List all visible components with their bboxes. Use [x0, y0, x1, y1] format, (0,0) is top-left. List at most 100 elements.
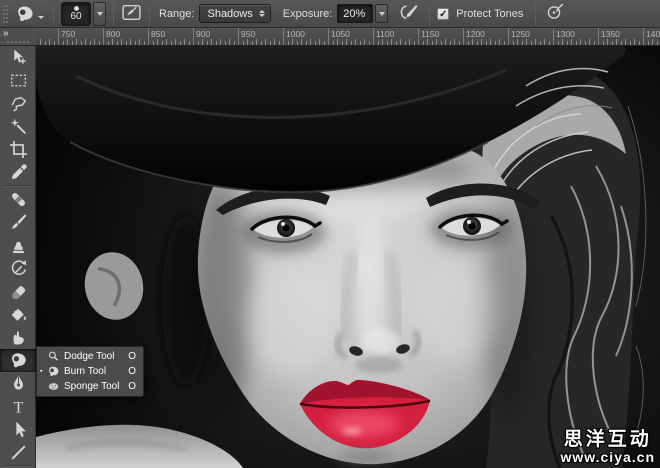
ruler-label: 1150 — [421, 29, 439, 39]
ruler-label: 1050 — [331, 29, 350, 39]
path-select-tool-icon — [9, 420, 28, 439]
document-canvas[interactable] — [36, 46, 660, 468]
marquee-tool-icon — [9, 71, 28, 90]
brush-size-value: 60 — [70, 12, 81, 22]
tool-marquee[interactable] — [0, 69, 36, 92]
range-select[interactable]: Shadows — [199, 4, 270, 23]
pen-tool-icon — [9, 374, 28, 393]
ruler-label: 850 — [151, 29, 165, 39]
ruler-label: 1100 — [376, 29, 394, 39]
toggle-brush-panel-button[interactable] — [121, 3, 142, 25]
airbrush-button[interactable] — [398, 3, 420, 24]
separator — [113, 3, 114, 25]
tablet-pressure-icon — [545, 3, 565, 21]
brush-tool-icon — [9, 213, 28, 232]
separator — [149, 3, 150, 25]
tool-paint-bucket[interactable] — [0, 303, 36, 326]
chevron-down-icon — [379, 12, 385, 16]
burn-tool-icon — [9, 351, 28, 370]
brush-size-picker[interactable]: 60 — [61, 2, 91, 26]
separator — [53, 3, 54, 25]
checkbox-icon: ✓ — [437, 8, 449, 20]
tool-flyout-list: Dodge ToolO▪Burn ToolOSponge ToolO — [37, 349, 143, 394]
exposure-dropdown-button[interactable] — [375, 4, 388, 23]
tool-flyout-menu: Dodge ToolO▪Burn ToolOSponge ToolO — [36, 346, 144, 397]
tool-smudge[interactable] — [0, 326, 36, 349]
exposure-value: 20% — [343, 8, 365, 20]
smudge-tool-icon — [9, 328, 28, 347]
watermark: 思洋互动 www.ciya.cn — [560, 429, 655, 465]
protect-tones-label: Protect Tones — [456, 8, 523, 20]
tool-crop[interactable] — [0, 138, 36, 161]
separator — [535, 3, 536, 25]
toolbar-grip — [7, 41, 29, 43]
tool-magic-wand[interactable] — [0, 115, 36, 138]
exposure-field[interactable]: 20% — [337, 4, 373, 23]
paint-bucket-tool-icon — [9, 305, 28, 324]
crop-tool-icon — [9, 140, 28, 159]
lasso-tool-icon — [9, 94, 28, 113]
tool-line[interactable] — [0, 441, 36, 464]
tool-pen[interactable] — [0, 372, 36, 395]
protect-tones-checkbox[interactable]: ✓ Protect Tones — [437, 8, 528, 20]
flyout-item-label: Dodge Tool — [64, 351, 128, 362]
ruler-label: 1400 — [646, 29, 660, 39]
dodge-tool-icon — [47, 350, 60, 363]
tool-burn[interactable] — [0, 349, 36, 372]
options-bar: 60 Range: Shadows Exposure: 20% ✓ Protec… — [0, 0, 660, 28]
updown-arrows-icon — [259, 10, 265, 17]
flyout-item-dodge-tool[interactable]: Dodge ToolO — [37, 349, 143, 364]
type-tool-icon: T — [9, 397, 28, 416]
burn-tool-icon — [47, 365, 60, 378]
chevron-down-icon — [38, 16, 44, 19]
line-tool-icon — [9, 443, 28, 462]
toolbar-separator — [0, 184, 35, 188]
clone-stamp-tool-icon — [9, 236, 28, 255]
tool-move[interactable] — [0, 46, 36, 69]
separator — [429, 3, 430, 25]
ruler-label: 800 — [106, 29, 120, 39]
brush-size-dropdown-button[interactable] — [93, 2, 106, 26]
tool-clone-stamp[interactable] — [0, 234, 36, 257]
tool-type[interactable]: T — [0, 395, 36, 418]
options-bar-grip[interactable] — [3, 5, 8, 23]
flyout-item-sponge-tool[interactable]: Sponge ToolO — [37, 379, 143, 394]
tool-path-select[interactable] — [0, 418, 36, 441]
collapse-panel-icon[interactable]: » — [3, 28, 8, 39]
ruler[interactable]: 7508008509009501000105011001150120012501… — [36, 28, 660, 46]
watermark-line2: www.ciya.cn — [560, 450, 655, 465]
tool-preset-picker[interactable] — [14, 4, 44, 24]
airbrush-icon — [398, 3, 420, 21]
ruler-corner[interactable]: » — [0, 28, 36, 46]
exposure-label: Exposure: — [283, 8, 333, 20]
healing-brush-tool-icon — [9, 190, 28, 209]
flyout-item-label: Burn Tool — [64, 366, 128, 377]
history-brush-tool-icon — [9, 259, 28, 278]
move-tool-icon — [9, 48, 28, 67]
tool-healing-brush[interactable] — [0, 188, 36, 211]
range-label: Range: — [159, 8, 194, 20]
ruler-label: 1000 — [286, 29, 305, 39]
tablet-pressure-button[interactable] — [545, 3, 565, 24]
eraser-tool-icon — [9, 282, 28, 301]
ruler-label: 950 — [241, 29, 255, 39]
eyedropper-tool-icon — [9, 163, 28, 182]
tool-eraser[interactable] — [0, 280, 36, 303]
tool-lasso[interactable] — [0, 92, 36, 115]
ruler-label: 900 — [196, 29, 210, 39]
svg-text:T: T — [13, 399, 23, 416]
flyout-item-shortcut: O — [128, 381, 136, 392]
ruler-label: 750 — [61, 29, 75, 39]
tool-history-brush[interactable] — [0, 257, 36, 280]
magic-wand-tool-icon — [9, 117, 28, 136]
range-value: Shadows — [207, 8, 252, 20]
flyout-item-shortcut: O — [128, 351, 136, 362]
burn-tool-icon — [14, 4, 36, 24]
watermark-line1: 思洋互动 — [560, 429, 655, 450]
tool-brush[interactable] — [0, 211, 36, 234]
tool-eyedropper[interactable] — [0, 161, 36, 184]
toggle-brush-panel-icon — [121, 3, 142, 22]
flyout-item-burn-tool[interactable]: ▪Burn ToolO — [37, 364, 143, 379]
ruler-label: 1300 — [556, 29, 575, 39]
chevron-down-icon — [97, 12, 103, 16]
